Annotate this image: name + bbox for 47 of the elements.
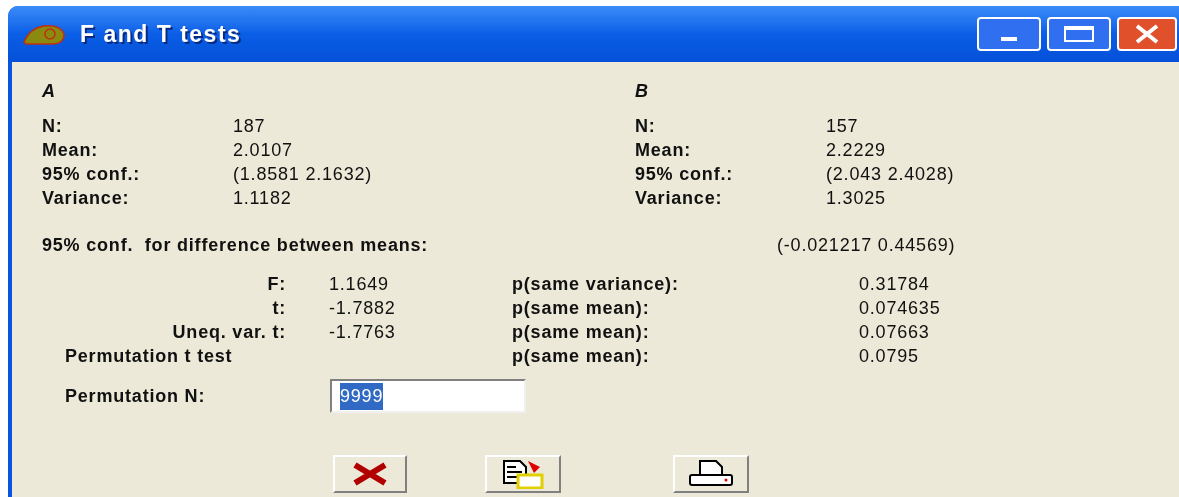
p-value: 0.07663: [859, 321, 931, 343]
p-value: 0.31784: [859, 273, 931, 295]
p-label: p(same mean):: [512, 345, 651, 367]
test-label: Uneq. var. t:: [172, 321, 287, 343]
test-value: -1.7763: [328, 321, 397, 343]
maximize-button[interactable]: [1047, 17, 1111, 51]
test-label: t:: [272, 297, 287, 319]
test-label: F:: [267, 273, 287, 295]
stat-label: Mean:: [635, 138, 692, 162]
p-value: 0.0795: [859, 345, 920, 367]
group-heading: A: [42, 80, 56, 102]
save-button[interactable]: [485, 455, 561, 493]
stat-label: 95% conf.:: [635, 162, 735, 186]
stat-label: Variance:: [635, 186, 724, 210]
permutation-n-field[interactable]: 9999: [330, 379, 526, 413]
test-value: 1.1649: [328, 273, 390, 295]
permutation-n-label: Permutation N:: [65, 384, 207, 408]
close-button[interactable]: [1117, 17, 1177, 51]
close-icon: [1134, 24, 1160, 44]
stat-value: 187: [233, 114, 266, 138]
stat-label: N:: [635, 114, 657, 138]
printer-icon: [686, 459, 736, 489]
minimize-button[interactable]: [977, 17, 1041, 51]
stat-label: Mean:: [42, 138, 99, 162]
stat-label: Variance:: [42, 186, 131, 210]
stat-value: (2.043 2.4028): [826, 162, 955, 186]
group-heading: B: [635, 80, 649, 102]
p-label: p(same variance):: [512, 273, 680, 295]
cancel-button[interactable]: [333, 455, 407, 493]
stat-label: N:: [42, 114, 64, 138]
difference-label: 95% conf. for difference between means:: [42, 233, 430, 257]
stat-value: 1.1182: [233, 186, 292, 210]
p-label: p(same mean):: [512, 321, 651, 343]
stat-value: 2.2229: [826, 138, 886, 162]
difference-value: (-0.021217 0.44569): [777, 233, 956, 257]
stat-value: (1.8581 2.1632): [233, 162, 373, 186]
p-value: 0.074635: [859, 297, 942, 319]
stat-value: 157: [826, 114, 859, 138]
stat-label: 95% conf.:: [42, 162, 142, 186]
stat-value: 1.3025: [826, 186, 886, 210]
cross-icon: [351, 462, 389, 486]
test-value: -1.7882: [328, 297, 397, 319]
p-label: p(same mean):: [512, 297, 651, 319]
stat-value: 2.0107: [233, 138, 293, 162]
window-title: F and T tests: [80, 19, 242, 49]
print-button[interactable]: [673, 455, 749, 493]
test-label: Permutation t test: [65, 345, 234, 367]
